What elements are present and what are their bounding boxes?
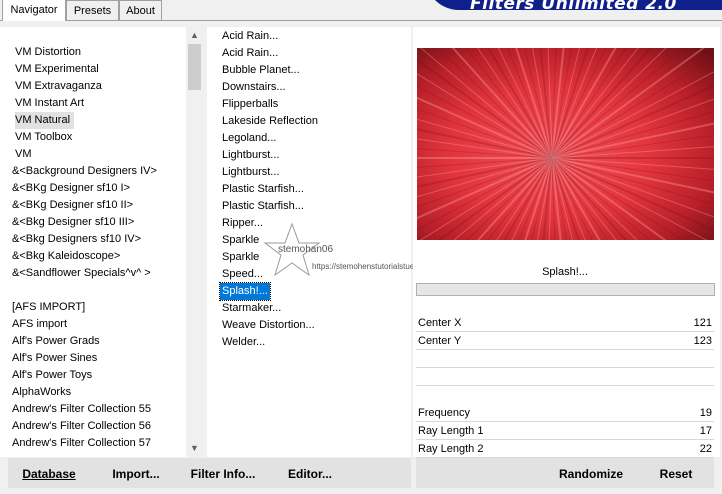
parameter-slider[interactable]: Center Y 123 <box>416 333 714 350</box>
category-item[interactable]: Alf's Power Grads <box>12 333 100 350</box>
parameter-value: 22 <box>699 443 712 455</box>
parameter-value: 17 <box>699 425 712 437</box>
category-item[interactable]: &<BKg Designer sf10 I> <box>12 180 130 197</box>
parameter-label: Center Y <box>418 335 462 347</box>
scroll-down-icon[interactable]: ▼ <box>186 440 203 457</box>
tab-presets[interactable]: Presets <box>66 0 119 20</box>
category-item[interactable]: VM Toolbox <box>15 129 72 146</box>
category-item[interactable]: &<Sandflower Specials^v^ > <box>12 265 151 282</box>
slider-track <box>416 439 714 440</box>
filter-item[interactable]: Splash!... <box>219 282 271 301</box>
progress-bar <box>416 283 715 296</box>
parameter-value: 121 <box>693 317 712 329</box>
scroll-up-icon[interactable]: ▲ <box>186 27 203 44</box>
parameter-value: 123 <box>693 335 712 347</box>
category-item[interactable]: &<Bkg Kaleidoscope> <box>12 248 120 265</box>
preview-image <box>417 48 714 240</box>
category-item[interactable]: &<Bkg Designer sf10 III> <box>12 214 134 231</box>
filter-item[interactable]: Welder... <box>222 334 265 351</box>
param-divider <box>416 385 714 386</box>
parameter-slider[interactable]: Center X 121 <box>416 315 714 332</box>
category-item[interactable]: VM <box>15 146 32 163</box>
filter-item[interactable]: Lakeside Reflection <box>222 113 318 130</box>
parameter-value: 19 <box>699 407 712 419</box>
category-item[interactable]: [AFS IMPORT] <box>12 299 85 316</box>
filter-item[interactable]: Plastic Starfish... <box>222 198 304 215</box>
import-button[interactable]: Import... <box>105 462 167 486</box>
filter-item[interactable]: Ripper... <box>222 215 263 232</box>
database-label: Database <box>22 467 76 481</box>
filter-item[interactable]: Sparkle <box>222 249 259 266</box>
category-list[interactable]: VM Distortion VM Experimental VM Extravaga… <box>0 27 186 457</box>
reset-button[interactable]: Reset <box>650 462 702 486</box>
category-item[interactable]: &<BKg Designer sf10 II> <box>12 197 133 214</box>
parameter-label: Ray Length 1 <box>418 425 484 437</box>
parameter-label: Frequency <box>418 407 470 419</box>
filter-item[interactable]: Starmaker... <box>222 300 281 317</box>
category-item[interactable]: VM Distortion <box>15 44 81 61</box>
parameter-slider[interactable]: Ray Length 1 17 <box>416 423 714 440</box>
filter-item[interactable]: Lightburst... <box>222 147 279 164</box>
filter-item[interactable]: Acid Rain... <box>222 28 278 45</box>
slider-track <box>416 331 714 332</box>
category-item[interactable]: VM Experimental <box>15 61 99 78</box>
category-item[interactable]: AFS import <box>12 316 67 333</box>
app-banner-title: Filters Unlimited 2.0 <box>470 0 677 14</box>
category-item[interactable]: AlphaWorks <box>12 384 71 401</box>
filter-item[interactable]: Speed... <box>222 266 263 283</box>
filter-item[interactable]: Downstairs... <box>222 79 286 96</box>
category-item[interactable]: Andrew's Filter Collection 55 <box>12 401 151 418</box>
editor-button[interactable]: Editor... <box>282 462 338 486</box>
parameter-slider[interactable]: Frequency 19 <box>416 405 714 422</box>
category-item[interactable]: &<Background Designers IV> <box>12 163 157 180</box>
filter-item[interactable]: Weave Distortion... <box>222 317 315 334</box>
category-item[interactable]: VM Extravaganza <box>15 78 102 95</box>
category-scrollbar[interactable] <box>186 27 203 457</box>
category-item[interactable]: VM Instant Art <box>15 95 84 112</box>
category-item[interactable]: Alf's Power Sines <box>12 350 97 367</box>
filter-item[interactable]: Acid Rain... <box>222 45 278 62</box>
category-item[interactable]: Andrew's Filter Collection 57 <box>12 435 151 452</box>
slider-track <box>416 421 714 422</box>
category-item[interactable]: &<Bkg Designers sf10 IV> <box>12 231 141 248</box>
category-item[interactable]: Alf's Power Toys <box>12 367 92 384</box>
parameter-slider[interactable]: Ray Length 2 22 <box>416 441 714 458</box>
filter-item[interactable]: Lightburst... <box>222 164 279 181</box>
database-button[interactable]: Database <box>14 462 84 486</box>
tab-navigator[interactable]: Navigator <box>2 0 66 21</box>
parameter-label: Ray Length 2 <box>418 443 484 455</box>
filter-item[interactable]: Flipperballs <box>222 96 278 113</box>
filter-item[interactable]: Legoland... <box>222 130 276 147</box>
preview-filter-name: Splash!... <box>542 266 588 278</box>
scrollbar-thumb[interactable] <box>188 44 201 90</box>
param-divider <box>416 367 714 368</box>
category-item[interactable]: Andrew's Filter Collection 56 <box>12 418 151 435</box>
watermark-name: stemohan06 <box>278 244 334 255</box>
randomize-button[interactable]: Randomize <box>552 462 630 486</box>
tab-about[interactable]: About <box>119 0 162 20</box>
slider-track <box>416 349 714 350</box>
filter-item[interactable]: Sparkle <box>222 232 259 249</box>
filter-info-button[interactable]: Filter Info... <box>185 462 261 486</box>
filter-item[interactable]: Plastic Starfish... <box>222 181 304 198</box>
filter-item[interactable]: Bubble Planet... <box>222 62 300 79</box>
category-item[interactable]: VM Natural <box>15 112 75 129</box>
parameter-label: Center X <box>418 317 462 329</box>
